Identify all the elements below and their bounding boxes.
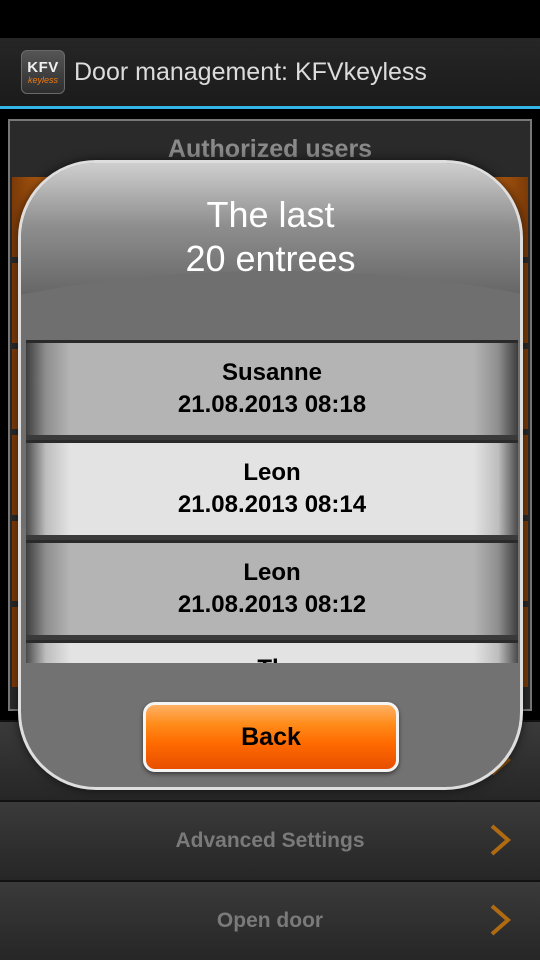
logo-text-keyless: keyless: [27, 74, 58, 85]
back-button-label: Back: [241, 722, 301, 751]
list-item[interactable]: Leon 21.08.2013 08:14: [26, 440, 518, 535]
entry-datetime: 21.08.2013 08:14: [177, 491, 367, 518]
menu-item-label: Open door: [216, 909, 324, 932]
menu-item-open-door[interactable]: Open door: [0, 880, 540, 960]
list-item[interactable]: Susanne 21.08.2013 08:18: [26, 340, 518, 435]
menu-item-advanced-settings[interactable]: Advanced Settings: [0, 800, 540, 880]
entry-name: Th: [257, 653, 286, 663]
list-item[interactable]: Leon 21.08.2013 08:12: [26, 540, 518, 635]
last-entries-dialog: The last 20 entrees Susanne 21.08.2013 0…: [18, 160, 523, 790]
dialog-title-line1: The last: [206, 194, 335, 235]
dialog-title-line2: 20 entrees: [185, 238, 356, 279]
action-bar: KFV keyless Door management: KFVkeyless: [0, 38, 540, 109]
chevron-right-icon: [490, 904, 512, 936]
entry-name: Leon: [243, 459, 301, 486]
entry-datetime: 21.08.2013 08:12: [177, 591, 367, 618]
list-item[interactable]: Th: [26, 640, 518, 663]
dialog-title: The last 20 entrees: [21, 193, 520, 281]
chevron-right-icon: [490, 824, 512, 856]
app-title: Door management: KFVkeyless: [74, 57, 427, 86]
app-logo-icon[interactable]: KFV keyless: [21, 50, 65, 94]
entry-name: Susanne: [221, 359, 323, 386]
logo-text-kfv: KFV: [27, 58, 59, 76]
entry-datetime: 21.08.2013 08:18: [177, 391, 367, 418]
entry-name: Leon: [243, 559, 301, 586]
menu-item-label: Advanced Settings: [175, 829, 365, 852]
entries-list[interactable]: Susanne 21.08.2013 08:18 Leon 21.08.2013…: [26, 340, 518, 663]
back-button[interactable]: Back: [143, 702, 399, 772]
status-bar: [0, 0, 540, 38]
